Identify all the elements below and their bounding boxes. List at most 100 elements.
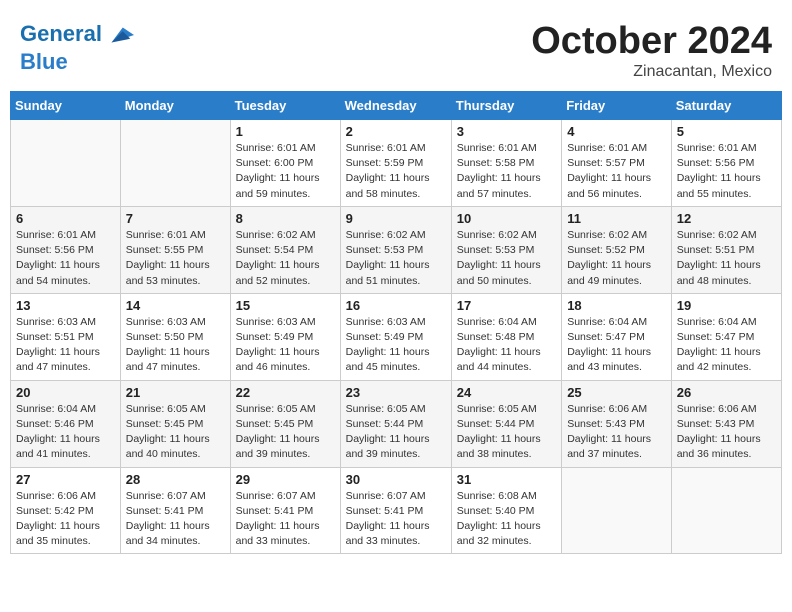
calendar-cell: 27 Sunrise: 6:06 AM Sunset: 5:42 PM Dayli… <box>11 467 121 554</box>
day-number: 4 <box>567 124 666 139</box>
day-info: Sunrise: 6:07 AM Sunset: 5:41 PM Dayligh… <box>126 489 225 550</box>
calendar-cell: 10 Sunrise: 6:02 AM Sunset: 5:53 PM Dayli… <box>451 206 561 293</box>
calendar-cell: 30 Sunrise: 6:07 AM Sunset: 5:41 PM Dayli… <box>340 467 451 554</box>
day-number: 16 <box>346 298 446 313</box>
calendar-cell: 3 Sunrise: 6:01 AM Sunset: 5:58 PM Daylig… <box>451 120 561 207</box>
calendar-cell <box>120 120 230 207</box>
day-info: Sunrise: 6:03 AM Sunset: 5:50 PM Dayligh… <box>126 315 225 376</box>
weekday-header-thursday: Thursday <box>451 92 561 120</box>
day-number: 20 <box>16 385 115 400</box>
day-number: 3 <box>457 124 556 139</box>
weekday-header-row: SundayMondayTuesdayWednesdayThursdayFrid… <box>11 92 782 120</box>
day-number: 2 <box>346 124 446 139</box>
calendar-cell: 22 Sunrise: 6:05 AM Sunset: 5:45 PM Dayli… <box>230 380 340 467</box>
week-row-2: 6Sunrise: 6:01 AM Sunset: 5:56 PM Daylig… <box>11 206 782 293</box>
calendar-cell: 26 Sunrise: 6:06 AM Sunset: 5:43 PM Dayli… <box>671 380 781 467</box>
day-info: Sunrise: 6:01 AM Sunset: 5:56 PM Dayligh… <box>16 228 115 289</box>
calendar-cell: 23Sunrise: 6:05 AM Sunset: 5:44 PM Dayli… <box>340 380 451 467</box>
day-info: Sunrise: 6:06 AM Sunset: 5:43 PM Dayligh… <box>567 402 666 463</box>
weekday-header-tuesday: Tuesday <box>230 92 340 120</box>
calendar-cell: 15 Sunrise: 6:03 AM Sunset: 5:49 PM Dayli… <box>230 293 340 380</box>
day-number: 21 <box>126 385 225 400</box>
calendar-cell: 2 Sunrise: 6:01 AM Sunset: 5:59 PM Daylig… <box>340 120 451 207</box>
day-number: 1 <box>236 124 335 139</box>
day-number: 17 <box>457 298 556 313</box>
day-number: 10 <box>457 211 556 226</box>
day-number: 22 <box>236 385 335 400</box>
calendar-cell: 28 Sunrise: 6:07 AM Sunset: 5:41 PM Dayli… <box>120 467 230 554</box>
week-row-3: 13Sunrise: 6:03 AM Sunset: 5:51 PM Dayli… <box>11 293 782 380</box>
calendar-cell <box>562 467 672 554</box>
day-number: 19 <box>677 298 776 313</box>
weekday-header-saturday: Saturday <box>671 92 781 120</box>
calendar-cell: 16 Sunrise: 6:03 AM Sunset: 5:49 PM Dayli… <box>340 293 451 380</box>
day-info: Sunrise: 6:01 AM Sunset: 5:59 PM Dayligh… <box>346 141 446 202</box>
calendar-table: SundayMondayTuesdayWednesdayThursdayFrid… <box>10 91 782 554</box>
day-number: 7 <box>126 211 225 226</box>
day-info: Sunrise: 6:05 AM Sunset: 5:45 PM Dayligh… <box>236 402 335 463</box>
day-number: 8 <box>236 211 335 226</box>
day-info: Sunrise: 6:07 AM Sunset: 5:41 PM Dayligh… <box>346 489 446 550</box>
day-number: 13 <box>16 298 115 313</box>
day-info: Sunrise: 6:06 AM Sunset: 5:42 PM Dayligh… <box>16 489 115 550</box>
weekday-header-friday: Friday <box>562 92 672 120</box>
month-year: October 2024 <box>531 20 772 63</box>
calendar-cell: 9 Sunrise: 6:02 AM Sunset: 5:53 PM Daylig… <box>340 206 451 293</box>
page-header: General Blue October 2024 Zinacantan, Me… <box>10 10 782 86</box>
day-info: Sunrise: 6:04 AM Sunset: 5:47 PM Dayligh… <box>677 315 776 376</box>
day-info: Sunrise: 6:05 AM Sunset: 5:45 PM Dayligh… <box>126 402 225 463</box>
week-row-5: 27 Sunrise: 6:06 AM Sunset: 5:42 PM Dayli… <box>11 467 782 554</box>
day-number: 30 <box>346 472 446 487</box>
day-number: 28 <box>126 472 225 487</box>
calendar-cell: 6Sunrise: 6:01 AM Sunset: 5:56 PM Daylig… <box>11 206 121 293</box>
day-number: 29 <box>236 472 335 487</box>
day-info: Sunrise: 6:01 AM Sunset: 5:55 PM Dayligh… <box>126 228 225 289</box>
day-info: Sunrise: 6:02 AM Sunset: 5:53 PM Dayligh… <box>457 228 556 289</box>
day-number: 27 <box>16 472 115 487</box>
calendar-cell: 29 Sunrise: 6:07 AM Sunset: 5:41 PM Dayli… <box>230 467 340 554</box>
day-info: Sunrise: 6:04 AM Sunset: 5:46 PM Dayligh… <box>16 402 115 463</box>
day-info: Sunrise: 6:02 AM Sunset: 5:53 PM Dayligh… <box>346 228 446 289</box>
calendar-cell <box>11 120 121 207</box>
location: Zinacantan, Mexico <box>531 63 772 81</box>
calendar-cell: 5Sunrise: 6:01 AM Sunset: 5:56 PM Daylig… <box>671 120 781 207</box>
calendar-cell: 24Sunrise: 6:05 AM Sunset: 5:44 PM Dayli… <box>451 380 561 467</box>
week-row-1: 1Sunrise: 6:01 AM Sunset: 6:00 PM Daylig… <box>11 120 782 207</box>
day-info: Sunrise: 6:05 AM Sunset: 5:44 PM Dayligh… <box>346 402 446 463</box>
day-number: 9 <box>346 211 446 226</box>
day-info: Sunrise: 6:03 AM Sunset: 5:49 PM Dayligh… <box>236 315 335 376</box>
day-number: 31 <box>457 472 556 487</box>
day-number: 24 <box>457 385 556 400</box>
weekday-header-wednesday: Wednesday <box>340 92 451 120</box>
day-info: Sunrise: 6:02 AM Sunset: 5:54 PM Dayligh… <box>236 228 335 289</box>
weekday-header-sunday: Sunday <box>11 92 121 120</box>
day-number: 14 <box>126 298 225 313</box>
day-info: Sunrise: 6:01 AM Sunset: 5:57 PM Dayligh… <box>567 141 666 202</box>
calendar-cell: 25 Sunrise: 6:06 AM Sunset: 5:43 PM Dayli… <box>562 380 672 467</box>
day-number: 12 <box>677 211 776 226</box>
week-row-4: 20 Sunrise: 6:04 AM Sunset: 5:46 PM Dayli… <box>11 380 782 467</box>
day-info: Sunrise: 6:04 AM Sunset: 5:47 PM Dayligh… <box>567 315 666 376</box>
calendar-cell: 13Sunrise: 6:03 AM Sunset: 5:51 PM Dayli… <box>11 293 121 380</box>
day-info: Sunrise: 6:06 AM Sunset: 5:43 PM Dayligh… <box>677 402 776 463</box>
calendar-cell: 14 Sunrise: 6:03 AM Sunset: 5:50 PM Dayli… <box>120 293 230 380</box>
day-info: Sunrise: 6:07 AM Sunset: 5:41 PM Dayligh… <box>236 489 335 550</box>
month-title: October 2024 Zinacantan, Mexico <box>531 20 772 81</box>
day-info: Sunrise: 6:01 AM Sunset: 5:58 PM Dayligh… <box>457 141 556 202</box>
calendar-cell: 8 Sunrise: 6:02 AM Sunset: 5:54 PM Daylig… <box>230 206 340 293</box>
day-number: 5 <box>677 124 776 139</box>
day-info: Sunrise: 6:08 AM Sunset: 5:40 PM Dayligh… <box>457 489 556 550</box>
logo: General Blue <box>20 20 134 74</box>
calendar-cell: 17Sunrise: 6:04 AM Sunset: 5:48 PM Dayli… <box>451 293 561 380</box>
logo-text: General Blue <box>20 20 134 74</box>
calendar-cell: 12Sunrise: 6:02 AM Sunset: 5:51 PM Dayli… <box>671 206 781 293</box>
day-number: 18 <box>567 298 666 313</box>
day-number: 26 <box>677 385 776 400</box>
calendar-cell: 4 Sunrise: 6:01 AM Sunset: 5:57 PM Daylig… <box>562 120 672 207</box>
day-info: Sunrise: 6:03 AM Sunset: 5:49 PM Dayligh… <box>346 315 446 376</box>
day-number: 25 <box>567 385 666 400</box>
day-number: 15 <box>236 298 335 313</box>
calendar-cell: 11Sunrise: 6:02 AM Sunset: 5:52 PM Dayli… <box>562 206 672 293</box>
day-number: 11 <box>567 211 666 226</box>
calendar-cell: 31 Sunrise: 6:08 AM Sunset: 5:40 PM Dayli… <box>451 467 561 554</box>
